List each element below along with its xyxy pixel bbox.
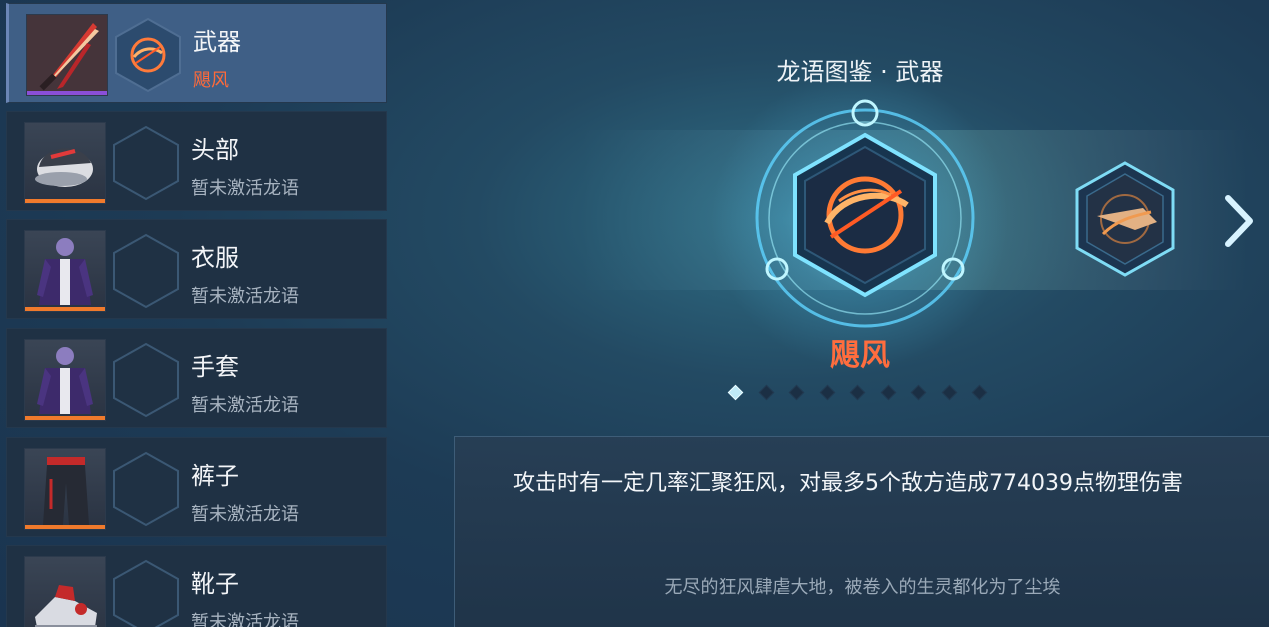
empty-rune-slot-icon	[113, 233, 179, 309]
slot-title: 手套	[191, 353, 239, 381]
page-dot[interactable]	[910, 384, 927, 401]
empty-rune-slot-icon	[113, 125, 179, 201]
boots-item-frame	[24, 556, 106, 627]
slot-clothes[interactable]: 衣服 暂未激活龙语	[6, 219, 387, 319]
glove-icon	[37, 347, 93, 414]
page-dot[interactable]	[758, 384, 774, 401]
slot-title: 衣服	[191, 244, 239, 272]
cap-icon	[35, 148, 93, 187]
boots-icon	[35, 585, 97, 627]
gloves-item-frame	[24, 339, 106, 421]
hurricane-emblem-icon[interactable]	[735, 93, 995, 333]
selected-rune-name: 飓风	[830, 338, 890, 373]
page-dot[interactable]	[727, 384, 744, 401]
jacket-icon	[37, 238, 93, 305]
pants-item-frame	[24, 448, 106, 530]
hurricane-rune-icon	[115, 17, 181, 93]
rarity-bar	[25, 307, 105, 311]
slot-title: 头部	[191, 136, 239, 164]
codex-display: 龙语图鉴 · 武器 飓风	[390, 0, 1269, 430]
slot-title: 武器	[193, 28, 241, 56]
page-dot[interactable]	[941, 384, 957, 401]
empty-rune-slot-icon	[113, 559, 179, 627]
slot-status: 飓风	[193, 70, 229, 91]
description-panel: 攻击时有一定几率汇聚狂风，对最多5个敌方造成774039点物理伤害 无尽的狂风肆…	[454, 436, 1269, 627]
slot-pants[interactable]: 裤子 暂未激活龙语	[6, 437, 387, 537]
page-dot[interactable]	[819, 384, 835, 401]
head-item-frame	[24, 122, 106, 204]
page-dot[interactable]	[880, 384, 896, 401]
rarity-bar	[25, 416, 105, 420]
weapon-item-frame	[26, 14, 108, 96]
slot-status: 暂未激活龙语	[191, 395, 299, 416]
flavor-text: 无尽的狂风肆虐大地，被卷入的生灵都化为了尘埃	[664, 577, 1061, 598]
slot-status: 暂未激活龙语	[191, 286, 299, 307]
slot-gloves[interactable]: 手套 暂未激活龙语	[6, 328, 387, 428]
sword-icon	[27, 15, 107, 95]
rarity-bar	[25, 199, 105, 203]
rarity-bar	[27, 91, 107, 95]
empty-rune-slot-icon	[113, 342, 179, 418]
slot-title: 裤子	[191, 462, 239, 490]
effect-description: 攻击时有一定几率汇聚狂风，对最多5个敌方造成774039点物理伤害	[513, 471, 1183, 496]
slot-status: 暂未激活龙语	[191, 504, 299, 525]
slot-head[interactable]: 头部 暂未激活龙语	[6, 111, 387, 211]
page-dot[interactable]	[788, 384, 805, 401]
pants-icon	[43, 457, 89, 525]
slot-status: 暂未激活龙语	[191, 612, 299, 627]
slot-boots[interactable]: 靴子 暂未激活龙语	[6, 545, 387, 627]
page-dot[interactable]	[971, 384, 988, 401]
equipment-slot-list: 武器 飓风 头部 暂未激活龙语 衣服 暂未激活龙语 手套 暂未激活龙语 裤子 暂…	[0, 0, 390, 627]
slot-status: 暂未激活龙语	[191, 178, 299, 199]
chevron-right-icon[interactable]	[1222, 194, 1254, 248]
rarity-bar	[25, 525, 105, 529]
slot-title: 靴子	[191, 570, 239, 598]
slot-weapon[interactable]: 武器 飓风	[6, 3, 387, 103]
codex-title: 龙语图鉴 · 武器	[776, 58, 944, 86]
clothes-item-frame	[24, 230, 106, 312]
empty-rune-slot-icon	[113, 451, 179, 527]
page-dot[interactable]	[849, 384, 866, 401]
next-rune-emblem-icon[interactable]	[1073, 160, 1177, 278]
